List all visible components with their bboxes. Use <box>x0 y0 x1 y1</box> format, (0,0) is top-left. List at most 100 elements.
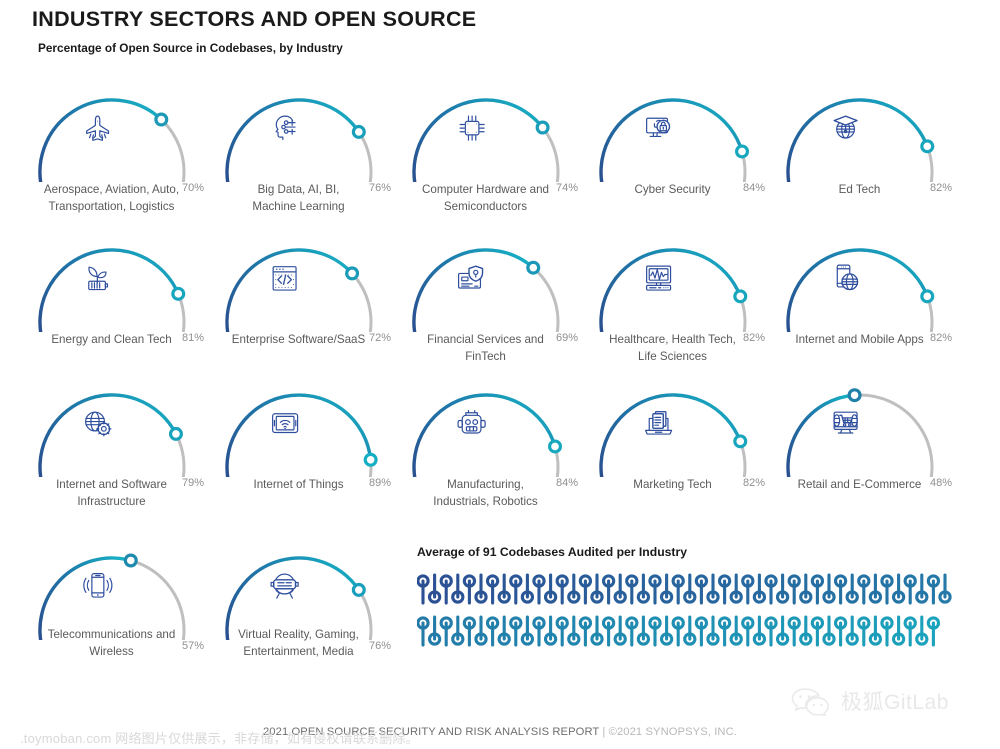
gauge-marker <box>363 452 378 467</box>
codebase-pin <box>857 574 871 605</box>
gauge-track <box>412 98 559 182</box>
codebase-pin <box>648 616 662 647</box>
monitor-lock-icon <box>645 117 670 138</box>
gauge-industry-label: Retail and E-Commerce <box>797 478 922 491</box>
gauge-value-arc <box>37 98 163 182</box>
gauge-track <box>225 248 372 332</box>
gauge-cell: 81% Energy and Clean Tech <box>18 232 205 377</box>
watermark-text: .toymoban.com 网络图片仅供展示，非存储，如有侵权请联系删除。 <box>20 731 419 746</box>
gauge-arc <box>224 556 372 640</box>
gauge-value-arc <box>785 98 929 182</box>
monitor-cart-icon <box>832 411 858 434</box>
codebase-pin <box>613 615 627 646</box>
codebase-pin <box>509 616 523 647</box>
gauge-marker <box>344 266 359 281</box>
gauge-percent-label: 76% <box>368 640 391 653</box>
gauge-value-arc <box>224 248 354 332</box>
codebase-pin <box>520 573 535 604</box>
gauge-marker <box>919 139 934 154</box>
gauge-marker <box>170 286 185 301</box>
codebase-pin <box>717 616 732 647</box>
gauge-percent-label: 89% <box>368 477 391 490</box>
gauge-marker <box>351 124 366 139</box>
codebase-pin <box>416 616 430 647</box>
codebase-pin <box>729 573 743 604</box>
cpu-chip-icon <box>459 115 485 141</box>
gauge-track <box>786 98 933 182</box>
codebase-pin <box>891 615 906 646</box>
codebase-pin <box>868 615 883 646</box>
gauge-marker <box>734 144 749 159</box>
gauge-cell: 82% Marketing Tech <box>579 377 766 540</box>
gauge-cell: 70% Aerospace, Aviation, Auto, Transportat… <box>18 82 205 232</box>
codebase-pin <box>764 574 778 605</box>
codebase-pin <box>683 573 697 604</box>
watermark-brand: 极狐GitLab <box>841 691 949 714</box>
codebase-pin <box>625 574 639 605</box>
gauge-cell: 76% Big Data, AI, BI, Machine Learning <box>205 82 392 232</box>
gauge-industry-label: Big Data, AI, BI, Machine Learning <box>252 183 345 213</box>
gauge-value-arc <box>224 556 360 640</box>
codebase-pin <box>694 574 709 605</box>
codebase-pin <box>880 616 894 647</box>
codebase-pin <box>509 574 523 605</box>
codebase-pin <box>659 615 674 646</box>
codebase-pin <box>555 574 569 605</box>
gauge-cell: 89% Internet of Things <box>205 377 392 540</box>
ai-head-icon <box>275 115 296 141</box>
codebases-panel: Average of 91 Codebases Audited per Indu… <box>416 545 977 664</box>
code-window-icon <box>272 266 297 291</box>
gauge-track <box>38 556 185 640</box>
gauge-arc <box>224 393 378 477</box>
vr-headset-icon <box>269 573 299 599</box>
codebase-pin <box>938 573 952 604</box>
gauge-track <box>225 556 372 640</box>
gauge-track <box>225 393 372 477</box>
gauge-marker <box>732 289 747 304</box>
gauge-percent-label: 82% <box>742 332 765 345</box>
codebase-pin <box>891 573 906 604</box>
gauge-percent-label: 82% <box>742 477 765 490</box>
codebase-pin <box>427 573 442 604</box>
gauge-industry-label: Enterprise Software/SaaS <box>231 333 366 346</box>
gauge-industry-label: Internet and Software Infrastructure <box>56 478 167 508</box>
codebase-pin <box>810 616 825 647</box>
page-title: INDUSTRY SECTORS AND OPEN SOURCE <box>32 7 477 31</box>
gauge-marker <box>919 289 934 304</box>
gauge-arc <box>598 393 747 477</box>
gauge-marker <box>525 260 540 275</box>
gauge-percent-label: 84% <box>742 182 765 195</box>
codebase-pin <box>775 615 790 646</box>
gauge-arc <box>37 98 185 182</box>
globe-graduation-cap-icon <box>833 115 858 139</box>
codebase-pin <box>903 616 917 647</box>
gauge-marker <box>351 582 366 597</box>
gauge-track <box>599 248 746 332</box>
gauge-cell: 74% Computer Hardware and Semiconductors <box>392 82 579 232</box>
gauge-industry-label: Cyber Security <box>634 183 711 196</box>
gauge-arc <box>411 98 559 182</box>
gauge-arc <box>785 98 934 182</box>
gauge-industry-label: Ed Tech <box>838 183 881 196</box>
globe-gear-icon <box>84 411 111 437</box>
codebase-pin <box>451 573 465 604</box>
gauge-marker <box>732 434 747 449</box>
gauge-arc <box>411 248 559 332</box>
gauge-arc <box>37 248 185 332</box>
gauge-track <box>786 248 933 332</box>
gauge-industry-label: Internet and Mobile Apps <box>795 333 924 346</box>
gauge-arc <box>37 393 185 477</box>
codebase-pin <box>845 615 859 646</box>
gauge-percent-label: 76% <box>368 182 391 195</box>
codebase-pin <box>590 573 604 604</box>
codebase-pin <box>868 573 883 604</box>
codebase-pin <box>555 616 569 647</box>
codebase-pin <box>601 616 616 647</box>
gauge-industry-label: Energy and Clean Tech <box>51 333 172 346</box>
gauge-industry-label: Marketing Tech <box>633 478 712 491</box>
gauge-percent-label: 82% <box>929 182 952 195</box>
codebase-pin <box>567 573 581 604</box>
watermark-logo: 极狐GitLab <box>790 686 949 716</box>
codebase-pin <box>926 574 941 605</box>
codebase-pin <box>543 573 558 604</box>
